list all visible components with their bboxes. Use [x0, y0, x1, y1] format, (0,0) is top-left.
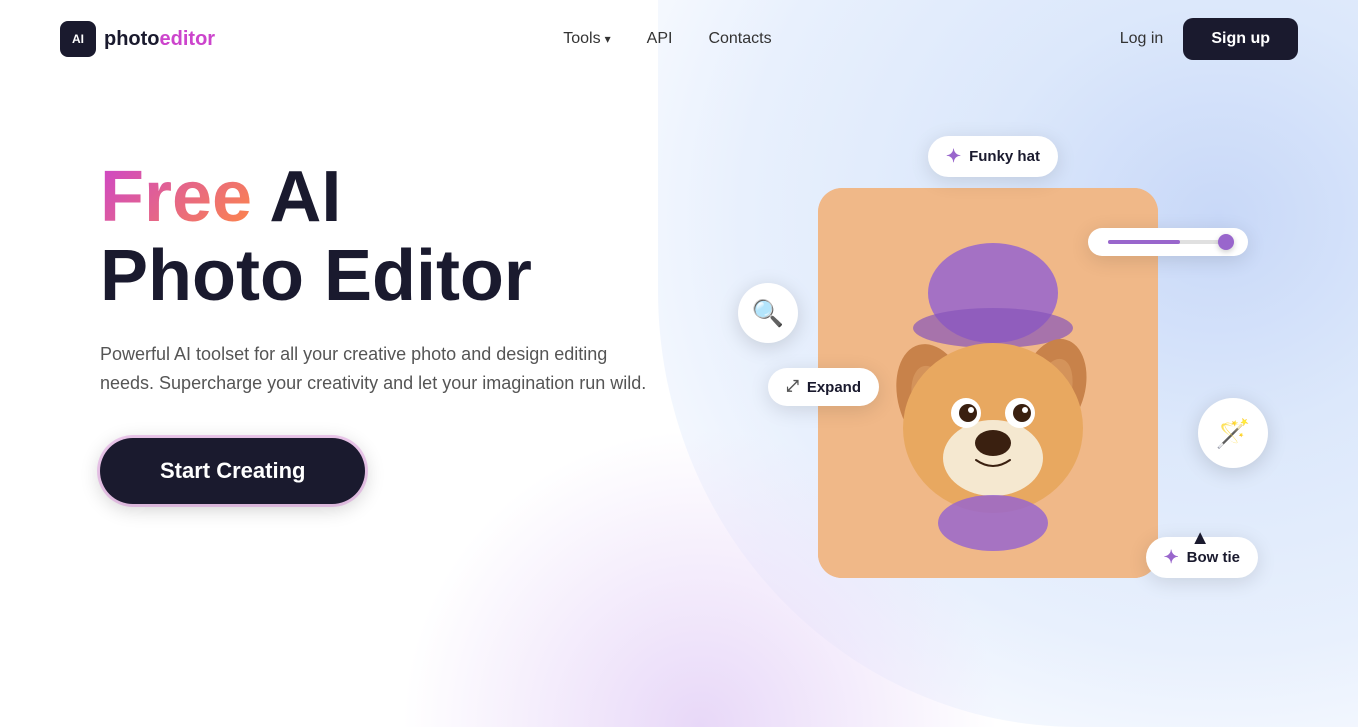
logo-text: photoeditor	[104, 28, 215, 51]
navbar: AI photoeditor Tools ▾ API Contacts Log …	[0, 0, 1358, 78]
badge-funky-hat: ✦ Funky hat	[928, 136, 1058, 177]
hero-title: Free AI Photo Editor	[100, 158, 758, 316]
sparkle-icon: ✦	[946, 146, 961, 167]
slider-control[interactable]	[1088, 228, 1248, 256]
sparkle-icon-2: ✦	[1164, 547, 1179, 568]
logo-photo: photo	[104, 28, 160, 50]
nav-link-contacts[interactable]: Contacts	[708, 30, 771, 48]
magic-wand-circle-button[interactable]: 🪄	[1198, 398, 1268, 468]
logo-editor: editor	[160, 28, 216, 50]
nav-actions: Log in Sign up	[1120, 18, 1298, 60]
badge-expand: ⤢ Expand	[768, 368, 879, 406]
hero-illustration: ✦ Funky hat 🔍 ⤢ Expand 🪄 ✦ Bow tie	[758, 108, 1278, 628]
slider-fill	[1108, 240, 1180, 244]
nav-links: Tools ▾ API Contacts	[563, 30, 771, 48]
cursor-icon: ▲	[1190, 527, 1210, 550]
nav-link-tools[interactable]: Tools ▾	[563, 30, 610, 48]
slider-thumb	[1218, 234, 1234, 250]
start-creating-button[interactable]: Start Creating	[100, 438, 365, 504]
login-button[interactable]: Log in	[1120, 30, 1164, 48]
hero-title-ai: AI	[252, 157, 341, 237]
chevron-down-icon: ▾	[605, 32, 611, 46]
magic-wand-icon: 🪄	[1216, 417, 1251, 450]
logo[interactable]: AI photoeditor	[60, 21, 215, 57]
nav-link-api[interactable]: API	[647, 30, 673, 48]
slider-track	[1108, 240, 1228, 244]
hero-subtitle: Powerful AI toolset for all your creativ…	[100, 340, 660, 398]
signup-button[interactable]: Sign up	[1183, 18, 1298, 60]
main-content: Free AI Photo Editor Powerful AI toolset…	[0, 78, 1358, 628]
expand-icon: ⤢	[786, 378, 799, 396]
zoom-icon: 🔍	[752, 298, 784, 329]
logo-icon: AI	[60, 21, 96, 57]
hero-left: Free AI Photo Editor Powerful AI toolset…	[100, 128, 758, 504]
hero-title-free: Free	[100, 157, 252, 237]
zoom-circle-button[interactable]: 🔍	[738, 283, 798, 343]
hero-title-line2: Photo Editor	[100, 237, 758, 316]
